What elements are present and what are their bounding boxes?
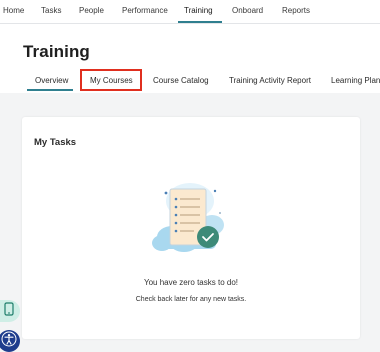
card-title: My Tasks (34, 137, 77, 148)
empty-state-message: You have zero tasks to do! (144, 278, 238, 287)
page-title: Training (23, 42, 90, 61)
highlight-box (80, 69, 142, 91)
tab-overview[interactable]: Overview (35, 73, 68, 89)
nav-performance[interactable]: Performance (122, 0, 168, 22)
accessibility-icon (1, 331, 17, 352)
tab-training-activity-report[interactable]: Training Activity Report (229, 73, 311, 89)
nav-reports[interactable]: Reports (282, 0, 310, 22)
nav-training[interactable]: Training (184, 0, 213, 22)
nav-onboard[interactable]: Onboard (232, 0, 263, 22)
top-navigation: Home Tasks People Performance Training O… (0, 0, 380, 24)
empty-state-subtext: Check back later for any new tasks. (135, 296, 247, 303)
empty-tasks-illustration (150, 179, 230, 257)
nav-people[interactable]: People (79, 0, 104, 22)
my-tasks-card: My Tasks You have zero tasks to do! Chec… (22, 117, 360, 339)
nav-home[interactable]: Home (3, 0, 24, 22)
mobile-phone-icon (4, 301, 14, 321)
nav-active-indicator (178, 21, 222, 23)
nav-tasks[interactable]: Tasks (41, 0, 61, 22)
tab-course-catalog[interactable]: Course Catalog (153, 73, 209, 89)
tab-learning-plans[interactable]: Learning Plans (331, 73, 380, 89)
accessibility-button[interactable] (0, 330, 20, 352)
mobile-app-button[interactable] (0, 300, 20, 322)
tab-active-indicator (27, 89, 73, 91)
